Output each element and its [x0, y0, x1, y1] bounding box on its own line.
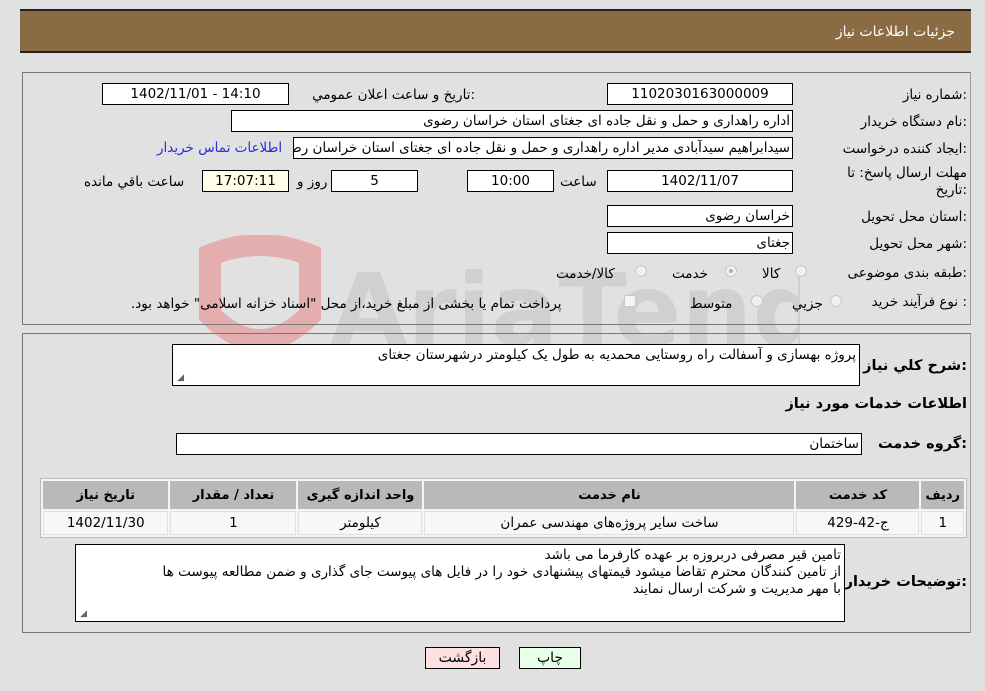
page-header: جزئیات اطلاعات نیاز [20, 9, 971, 53]
delivery-province-label: استان محل تحویل: [861, 209, 967, 225]
delivery-city-field[interactable]: جغتای [607, 232, 793, 254]
category-radio-goods-service[interactable] [635, 265, 647, 277]
col-header-unit: واحد اندازه گیری [298, 481, 423, 509]
buyer-notes-line: با مهر مدیریت و شرکت ارسال نمایند [632, 581, 841, 597]
buyer-notes-label: توضیحات خریدار: [844, 574, 967, 590]
purchase-type-option-medium: متوسط [690, 296, 733, 312]
col-header-row-number: رديف [921, 481, 964, 509]
buyer-notes-textarea[interactable]: تامین قیر مصرفی دربروزه بر عهده کارفرما … [75, 544, 845, 622]
buyer-contact-link[interactable]: اطلاعات تماس خریدار [157, 140, 282, 156]
remaining-time-label: ساعت باقي مانده [84, 174, 185, 190]
back-button[interactable]: بازگشت [425, 647, 500, 669]
summary-text: پروژه بهسازی و آسفالت راه روستایی محمدیه… [377, 347, 856, 363]
cell-row-number: 1 [921, 511, 964, 535]
announce-datetime-field[interactable]: 1402/11/01 - 14:10 [102, 83, 289, 105]
purchase-type-radio-medium[interactable] [751, 295, 763, 307]
table-header-row: رديف کد خدمت نام خدمت واحد اندازه گیری ت… [43, 481, 964, 509]
need-number-label: شماره نیاز: [902, 87, 967, 103]
cell-service-code: ج-42-429 [796, 511, 920, 535]
category-option-goods: کالا [762, 266, 781, 282]
deadline-time-field[interactable]: 10:00 [467, 170, 554, 192]
deadline-date-field[interactable]: 1402/11/07 [607, 170, 793, 192]
services-table: رديف کد خدمت نام خدمت واحد اندازه گیری ت… [40, 478, 967, 538]
days-label: روز و [297, 174, 328, 190]
delivery-city-label: شهر محل تحویل: [869, 236, 967, 252]
requester-label: ایجاد کننده درخواست: [842, 141, 967, 157]
category-option-service: خدمت [672, 266, 708, 282]
resize-grip-icon[interactable]: ◢ [78, 610, 87, 619]
col-header-service-code: کد خدمت [796, 481, 920, 509]
category-radio-service[interactable] [725, 265, 737, 277]
buyer-org-field[interactable]: اداره راهداری و حمل و نقل جاده ای جغتای … [231, 110, 793, 132]
purchase-type-option-minor: جزيي [792, 296, 823, 312]
purchase-type-radio-minor[interactable] [830, 295, 842, 307]
requester-field[interactable]: سیدابراهیم سیدآبادی مدیر اداره راهداری و… [293, 137, 793, 159]
service-group-field[interactable]: ساختمان [176, 433, 862, 455]
deadline-time-label: ساعت [560, 174, 597, 190]
col-header-quantity: تعداد / مقدار [170, 481, 297, 509]
col-header-service-name: نام خدمت [424, 481, 795, 509]
col-header-need-date: تاریخ نیاز [43, 481, 169, 509]
table-row: 1 ج-42-429 ساخت سایر پروژه‌های مهندسی عم… [43, 511, 964, 535]
cell-unit: کیلومتر [298, 511, 423, 535]
treasury-payment-note: پرداخت تمام یا بخشی از مبلغ خرید،از محل … [131, 296, 562, 312]
page-title: جزئیات اطلاعات نیاز [835, 24, 955, 40]
remaining-time-field: 17:07:11 [202, 170, 289, 192]
summary-textarea[interactable]: پروژه بهسازی و آسفالت راه روستایی محمدیه… [172, 344, 860, 386]
remaining-days-field[interactable]: 5 [331, 170, 418, 192]
deadline-label: مهلت ارسال پاسخ: تا تاریخ: [847, 165, 967, 198]
service-group-label: گروه خدمت: [877, 436, 967, 452]
cell-need-date: 1402/11/30 [43, 511, 169, 535]
treasury-payment-checkbox[interactable] [624, 295, 636, 307]
buyer-notes-line: از تامین کنندگان محترم تقاضا میشود قیمته… [162, 564, 841, 580]
buyer-notes-line: تامین قیر مصرفی دربروزه بر عهده کارفرما … [544, 547, 841, 563]
resize-grip-icon[interactable]: ◢ [175, 374, 184, 383]
print-button[interactable]: چاپ [519, 647, 581, 669]
purchase-type-label: نوع فرآیند خرید : [871, 294, 967, 310]
buyer-org-label: نام دستگاه خريدار: [860, 114, 967, 130]
summary-label: شرح کلي نياز: [863, 358, 967, 374]
category-label: طبقه بندی موضوعی: [847, 265, 967, 281]
need-number-field[interactable]: 1102030163000009 [607, 83, 793, 105]
cell-service-name: ساخت سایر پروژه‌های مهندسی عمران [424, 511, 795, 535]
delivery-province-field[interactable]: خراسان رضوی [607, 205, 793, 227]
category-option-goods-service: کالا/خدمت [556, 266, 615, 282]
announce-datetime-label: تاریخ و ساعت اعلان عمومي: [312, 87, 475, 103]
cell-quantity: 1 [170, 511, 297, 535]
category-radio-goods[interactable] [795, 265, 807, 277]
services-heading: اطلاعات خدمات مورد نیاز [785, 396, 967, 412]
